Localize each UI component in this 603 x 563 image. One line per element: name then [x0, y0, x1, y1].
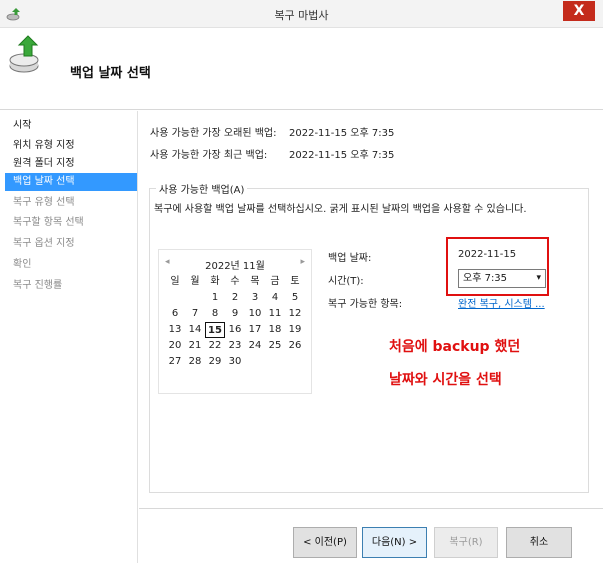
calendar-day[interactable]: 21 [185, 338, 205, 354]
calendar-week-row: 1 2 3 4 5 [165, 290, 305, 306]
nav-step-backup-date[interactable]: 백업 날짜 선택 [5, 173, 137, 191]
calendar-day[interactable]: 27 [165, 354, 185, 370]
close-button[interactable]: X [563, 1, 595, 21]
nav-step-recovery-type: 복구 유형 선택 [13, 197, 75, 208]
calendar-day[interactable]: 3 [245, 290, 265, 306]
weekday-fri: 금 [270, 276, 280, 287]
weekday-sun: 일 [170, 276, 180, 287]
calendar-day[interactable]: 16 [225, 322, 245, 338]
nav-step-start[interactable]: 시작 [5, 117, 137, 135]
calendar-day[interactable]: 5 [285, 290, 305, 306]
calendar-day[interactable]: 14 [185, 322, 205, 338]
calendar-next-month-icon[interactable]: ▸ [300, 257, 305, 267]
wizard-content: 사용 가능한 가장 오래된 백업: 2022-11-15 오후 7:35 사용 … [139, 111, 603, 563]
calendar-day[interactable]: 22 [205, 338, 225, 354]
calendar-day[interactable]: 7 [185, 306, 205, 322]
calendar-day[interactable]: 1 [205, 290, 225, 306]
nav-step-items: 복구할 항목 선택 [13, 217, 84, 228]
calendar-day[interactable]: 12 [285, 306, 305, 322]
latest-backup-label: 사용 가능한 가장 최근 백업: [150, 150, 268, 161]
calendar-month-title: 2022년 11월 [205, 261, 265, 272]
calendar-day[interactable]: 26 [285, 338, 305, 354]
calendar-day [265, 354, 285, 370]
calendar-grid: 일 월 화 수 목 금 토 1 2 3 4 5 6 7 8 9 10 11 12… [165, 274, 305, 370]
nav-step-progress: 복구 진행률 [13, 280, 63, 291]
available-backups-description: 복구에 사용할 백업 날짜를 선택하십시오. 굵게 표시된 날짜의 백업을 사용… [154, 204, 527, 215]
annotation-line-2: 날짜와 시간을 선택 [389, 372, 502, 388]
backup-calendar[interactable]: ◂ 2022년 11월 ▸ 일 월 화 수 목 금 토 1 2 3 4 5 6 … [158, 249, 312, 394]
calendar-day[interactable]: 13 [165, 322, 185, 338]
calendar-day-selected[interactable]: 15 [205, 322, 225, 338]
title-bar: 복구 마법사 X [0, 0, 603, 28]
weekday-tue: 화 [210, 276, 220, 287]
calendar-week-row: 20 21 22 23 24 25 26 [165, 338, 305, 354]
nav-step-options: 복구 옵션 지정 [13, 238, 75, 249]
calendar-day[interactable]: 4 [265, 290, 285, 306]
recoverable-items-label: 복구 가능한 항목: [328, 299, 403, 310]
nav-step-remote-folder[interactable]: 원격 폴더 지정 [5, 155, 137, 173]
weekday-mon: 월 [190, 276, 200, 287]
calendar-day[interactable]: 18 [265, 322, 285, 338]
calendar-day [245, 354, 265, 370]
weekday-sat: 토 [290, 276, 300, 287]
button-separator [139, 508, 603, 509]
nav-step-location-type[interactable]: 위치 유형 지정 [5, 137, 137, 155]
calendar-day[interactable]: 29 [205, 354, 225, 370]
calendar-day[interactable]: 24 [245, 338, 265, 354]
weekday-wed: 수 [230, 276, 240, 287]
recoverable-items-link[interactable]: 완전 복구, 시스템 ... [458, 295, 545, 310]
cancel-button[interactable]: 취소 [506, 527, 572, 558]
wizard-steps-nav: 시작 위치 유형 지정 원격 폴더 지정 백업 날짜 선택 복구 유형 선택 복… [0, 111, 138, 563]
time-label: 시간(T): [328, 276, 364, 287]
calendar-day [285, 354, 305, 370]
oldest-backup-label: 사용 가능한 가장 오래된 백업: [150, 128, 277, 139]
calendar-day[interactable]: 2 [225, 290, 245, 306]
calendar-week-row: 27 28 29 30 [165, 354, 305, 370]
calendar-day[interactable]: 10 [245, 306, 265, 322]
page-title: 백업 날짜 선택 [70, 66, 151, 81]
calendar-day [185, 290, 205, 306]
backup-restore-icon [9, 35, 39, 73]
calendar-week-row: 6 7 8 9 10 11 12 [165, 306, 305, 322]
calendar-day[interactable]: 28 [185, 354, 205, 370]
annotation-line-1: 처음에 backup 했던 [389, 339, 521, 355]
window-title: 복구 마법사 [274, 9, 329, 22]
available-backups-legend: 사용 가능한 백업(A) [156, 181, 248, 196]
calendar-day [165, 290, 185, 306]
available-backups-group: 사용 가능한 백업(A) 복구에 사용할 백업 날짜를 선택하십시오. 굵게 표… [149, 181, 589, 493]
highlight-box [446, 237, 549, 296]
calendar-day[interactable]: 8 [205, 306, 225, 322]
nav-step-confirm: 확인 [13, 259, 32, 270]
calendar-day[interactable]: 11 [265, 306, 285, 322]
calendar-day[interactable]: 25 [265, 338, 285, 354]
wizard-header: 백업 날짜 선택 [0, 28, 603, 110]
calendar-day[interactable]: 30 [225, 354, 245, 370]
calendar-day[interactable]: 20 [165, 338, 185, 354]
calendar-day[interactable]: 17 [245, 322, 265, 338]
recover-button: 복구(R) [434, 527, 498, 558]
calendar-day[interactable]: 23 [225, 338, 245, 354]
calendar-day[interactable]: 19 [285, 322, 305, 338]
calendar-weekday-row: 일 월 화 수 목 금 토 [165, 274, 305, 290]
calendar-day[interactable]: 6 [165, 306, 185, 322]
next-button[interactable]: 다음(N) > [362, 527, 427, 558]
back-button[interactable]: < 이전(P) [293, 527, 357, 558]
calendar-week-row: 13 14 15 16 17 18 19 [165, 322, 305, 338]
calendar-day[interactable]: 9 [225, 306, 245, 322]
latest-backup-value: 2022-11-15 오후 7:35 [289, 150, 395, 161]
oldest-backup-value: 2022-11-15 오후 7:35 [289, 128, 395, 139]
weekday-thu: 목 [250, 276, 260, 287]
backup-date-label: 백업 날짜: [328, 253, 372, 264]
